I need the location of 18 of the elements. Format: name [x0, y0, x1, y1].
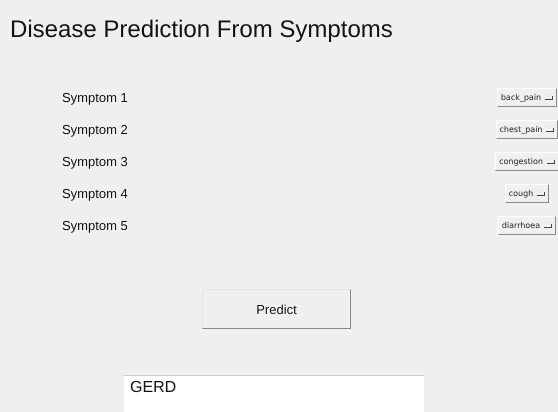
symptom-label: Symptom 1 [62, 90, 129, 105]
dropdown-indicator-icon [546, 160, 555, 164]
symptom-label: Symptom 2 [62, 122, 129, 137]
dropdown-indicator-icon [537, 192, 546, 196]
symptom-dropdown[interactable]: back_pain [496, 88, 558, 107]
result-field: GERD [124, 375, 424, 412]
symptom-label: Symptom 4 [62, 186, 129, 201]
symptom-dropdown[interactable]: chest_pain [496, 120, 558, 139]
dropdown-indicator-icon [544, 224, 552, 228]
dropdown-indicator-icon [546, 128, 554, 132]
symptom-dropdown[interactable]: congestion [495, 152, 558, 171]
predict-button[interactable]: Predict [202, 289, 351, 329]
symptom-label: Symptom 3 [62, 154, 129, 169]
symptom-label: Symptom 5 [62, 218, 129, 233]
app-title: Disease Prediction From Symptoms [9, 16, 394, 44]
dropdown-indicator-icon [545, 96, 554, 100]
symptom-dropdown[interactable]: cough [504, 184, 550, 203]
symptom-dropdown[interactable]: diarrhoea [498, 216, 556, 235]
